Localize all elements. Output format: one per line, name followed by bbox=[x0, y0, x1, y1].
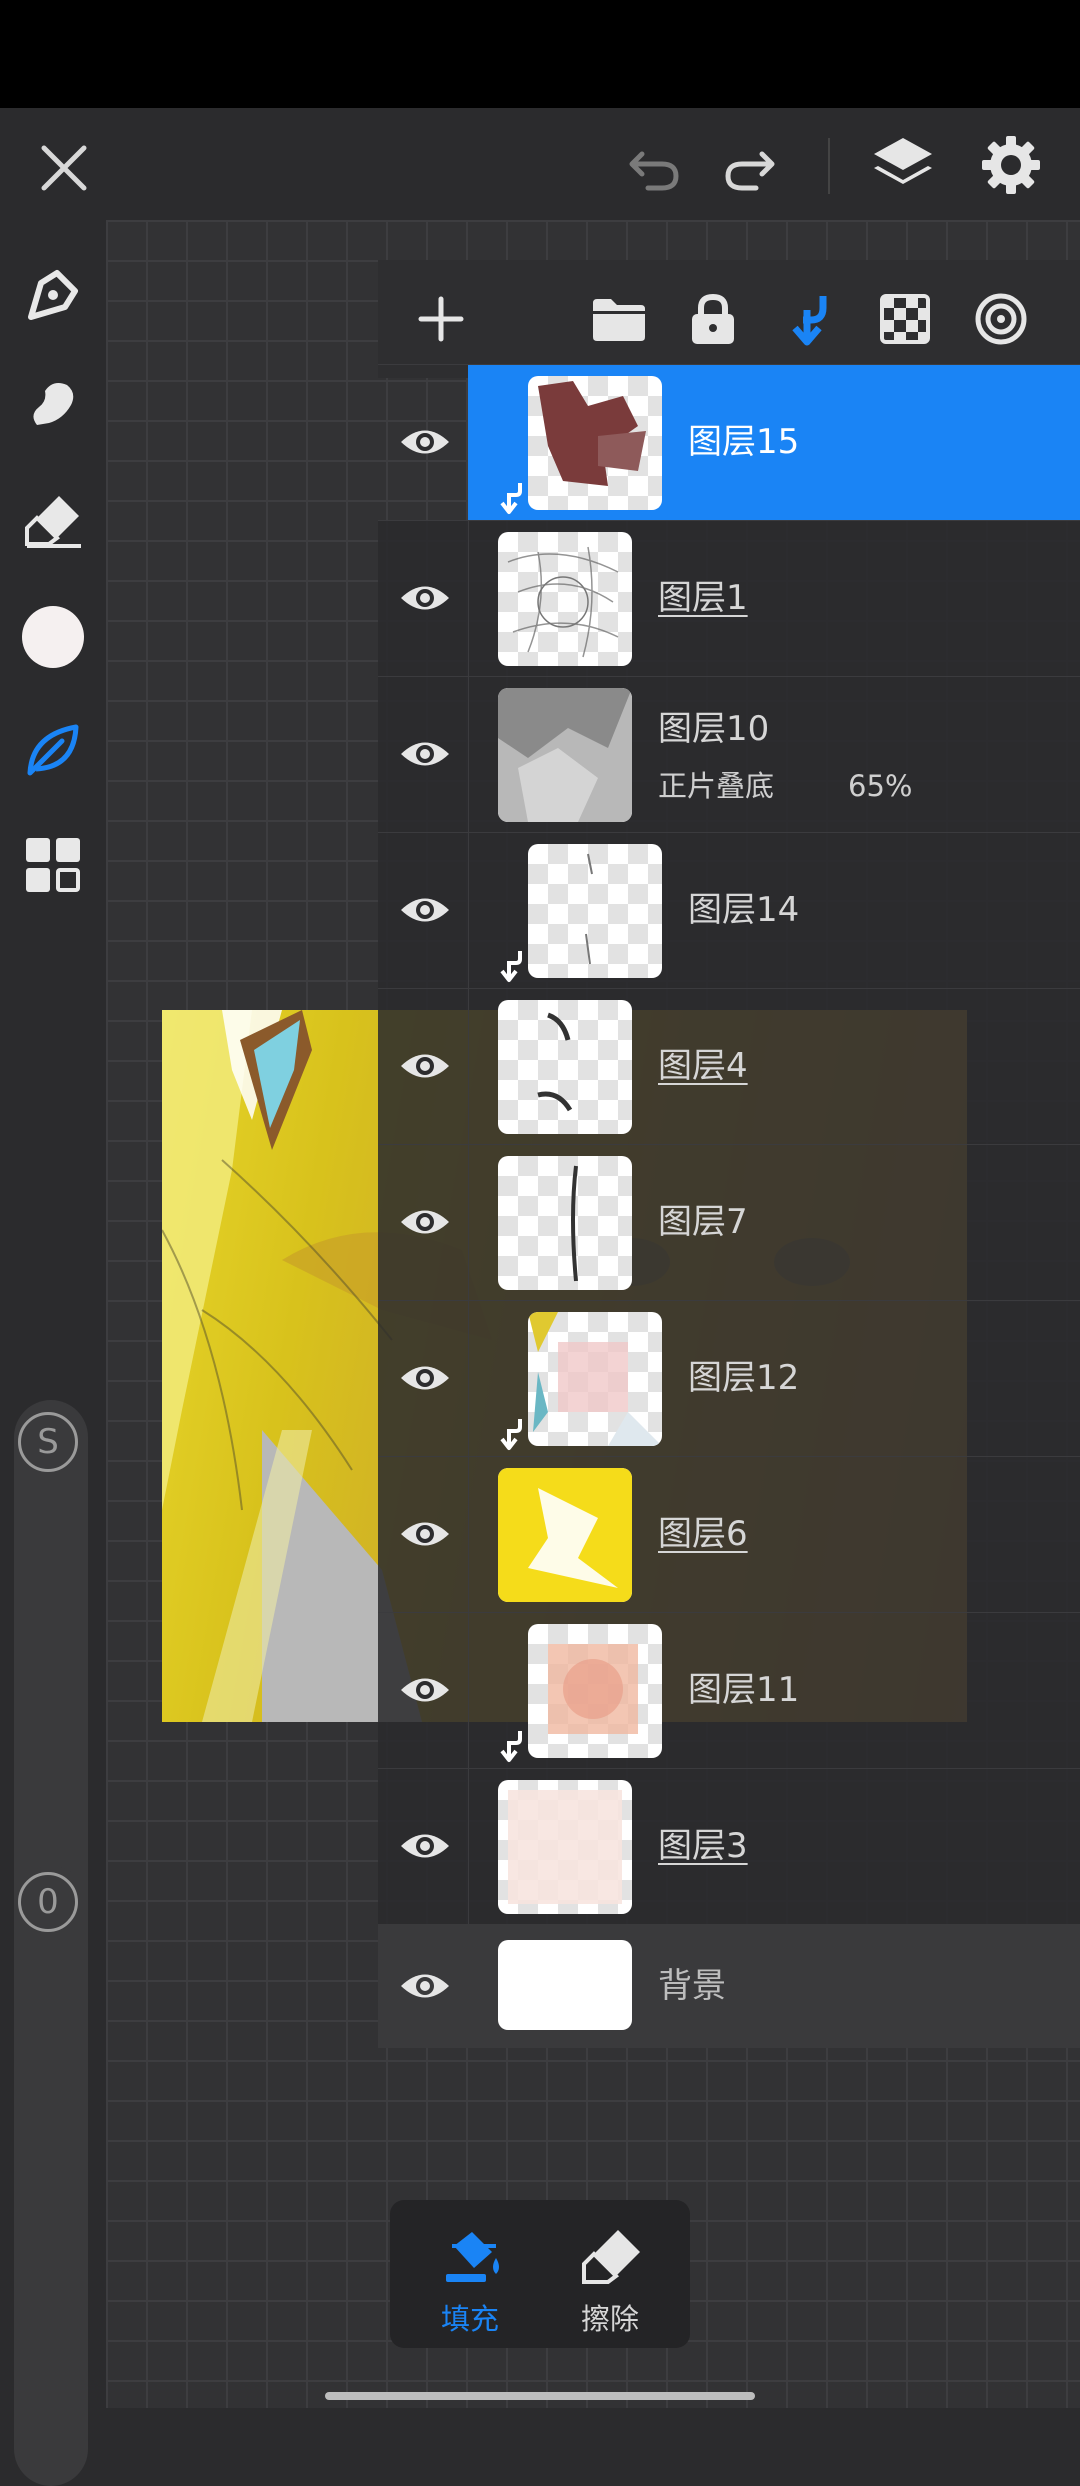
layer-thumbnail bbox=[498, 1940, 632, 2030]
row-divider bbox=[468, 521, 469, 677]
layer-name: 图层1 bbox=[658, 578, 748, 618]
layer-row[interactable]: 图层1 bbox=[378, 520, 1080, 677]
eye-icon[interactable] bbox=[398, 883, 452, 937]
eye-icon[interactable] bbox=[398, 1195, 452, 1249]
layers-icon[interactable] bbox=[870, 132, 936, 198]
erase-button[interactable]: 擦除 bbox=[550, 2214, 670, 2336]
pen-icon[interactable] bbox=[18, 260, 88, 330]
grid-icon[interactable] bbox=[18, 830, 88, 900]
size-slider-knob[interactable]: S bbox=[18, 1412, 78, 1472]
layer-row[interactable]: 图层6 bbox=[378, 1456, 1080, 1613]
layer-thumbnail bbox=[528, 376, 662, 510]
row-divider bbox=[468, 833, 469, 989]
layer-name: 图层3 bbox=[658, 1826, 748, 1866]
eye-icon[interactable] bbox=[398, 1351, 452, 1405]
row-divider bbox=[468, 677, 469, 833]
opacity-slider[interactable] bbox=[14, 1866, 88, 2486]
eye-icon[interactable] bbox=[398, 571, 452, 625]
layer-name: 图层15 bbox=[688, 422, 800, 462]
layer-thumbnail bbox=[498, 532, 632, 666]
color-swatch[interactable] bbox=[18, 602, 88, 672]
status-bar bbox=[0, 0, 1080, 108]
row-divider bbox=[468, 1769, 469, 1925]
layer-name: 图层6 bbox=[658, 1514, 748, 1554]
row-divider bbox=[468, 989, 469, 1145]
divider bbox=[828, 138, 830, 194]
layer-name: 背景 bbox=[658, 1966, 726, 2006]
layer-thumbnail bbox=[498, 1780, 632, 1914]
fill-button[interactable]: 填充 bbox=[410, 2214, 530, 2336]
layer-row[interactable]: 图层15 bbox=[378, 364, 1080, 521]
layer-row[interactable]: 图层3 bbox=[378, 1768, 1080, 1925]
eye-icon[interactable] bbox=[398, 1507, 452, 1561]
layer-panel: 图层15 图层1 图层10 正片叠底 65% 图层14 图层4 图层7 图层12 图层6 图层11 图… bbox=[378, 260, 1080, 2048]
row-divider bbox=[468, 1457, 469, 1613]
smudge-icon[interactable] bbox=[18, 370, 88, 440]
layer-row[interactable]: 图层7 bbox=[378, 1144, 1080, 1301]
layer-name: 图层10 bbox=[658, 709, 770, 749]
layer-thumbnail bbox=[498, 1156, 632, 1290]
row-divider bbox=[468, 1613, 469, 1769]
alpha-lock-icon[interactable] bbox=[876, 290, 934, 348]
eye-icon[interactable] bbox=[398, 1039, 452, 1093]
layer-blend-mode: 正片叠底 bbox=[658, 769, 775, 803]
eye-icon[interactable] bbox=[398, 1663, 452, 1717]
layer-row[interactable]: 图层11 bbox=[378, 1612, 1080, 1769]
layer-name: 图层4 bbox=[658, 1046, 748, 1086]
eraser-icon[interactable] bbox=[18, 485, 88, 555]
eye-icon[interactable] bbox=[398, 1959, 452, 2013]
layer-thumbnail bbox=[528, 1312, 662, 1446]
fill-label: 填充 bbox=[440, 2302, 499, 2336]
row-divider bbox=[468, 1301, 469, 1457]
clip-arrow-icon bbox=[496, 1729, 526, 1763]
tool-sidebar: S 0 bbox=[0, 220, 106, 2486]
settings-icon[interactable] bbox=[978, 132, 1044, 198]
layer-row[interactable]: 图层14 bbox=[378, 832, 1080, 989]
layer-name: 图层11 bbox=[688, 1670, 800, 1710]
opacity-slider-knob[interactable]: 0 bbox=[18, 1872, 78, 1932]
layer-panel-toolbar bbox=[378, 260, 1080, 378]
fill-erase-popup: 填充 擦除 bbox=[390, 2200, 690, 2348]
layer-thumbnail bbox=[498, 688, 632, 822]
layer-opacity: 65% bbox=[848, 769, 913, 803]
row-divider bbox=[468, 1145, 469, 1301]
eye-icon[interactable] bbox=[398, 727, 452, 781]
layer-thumbnail bbox=[528, 1624, 662, 1758]
lock-icon[interactable] bbox=[684, 290, 742, 348]
leaf-brush-icon[interactable] bbox=[18, 715, 88, 785]
folder-icon[interactable] bbox=[590, 290, 648, 348]
layer-thumbnail bbox=[528, 844, 662, 978]
layer-row[interactable]: 图层4 bbox=[378, 988, 1080, 1145]
opacity-slider-label: 0 bbox=[37, 1882, 59, 1922]
home-indicator[interactable] bbox=[325, 2392, 755, 2400]
redo-icon[interactable] bbox=[720, 138, 780, 198]
layer-row-background[interactable]: 背景 bbox=[378, 1924, 1080, 2048]
layer-mode-icon[interactable] bbox=[972, 290, 1030, 348]
clip-arrow-icon bbox=[496, 949, 526, 983]
undo-icon[interactable] bbox=[624, 138, 684, 198]
clip-arrow-icon bbox=[496, 1417, 526, 1451]
clip-icon[interactable] bbox=[780, 290, 838, 348]
close-icon[interactable] bbox=[34, 138, 94, 198]
layer-thumbnail bbox=[498, 1468, 632, 1602]
layer-row[interactable]: 图层10 正片叠底 65% bbox=[378, 676, 1080, 833]
clip-arrow-icon bbox=[496, 481, 526, 515]
layer-name: 图层12 bbox=[688, 1358, 800, 1398]
eye-icon[interactable] bbox=[398, 1819, 452, 1873]
add-layer-icon[interactable] bbox=[412, 290, 470, 348]
layer-name: 图层7 bbox=[658, 1202, 748, 1242]
size-slider-label: S bbox=[37, 1422, 59, 1462]
layer-thumbnail bbox=[498, 1000, 632, 1134]
eye-icon[interactable] bbox=[398, 415, 452, 469]
layer-row[interactable]: 图层12 bbox=[378, 1300, 1080, 1457]
erase-label: 擦除 bbox=[580, 2302, 639, 2336]
top-bar bbox=[0, 108, 1080, 220]
layer-name: 图层14 bbox=[688, 890, 800, 930]
